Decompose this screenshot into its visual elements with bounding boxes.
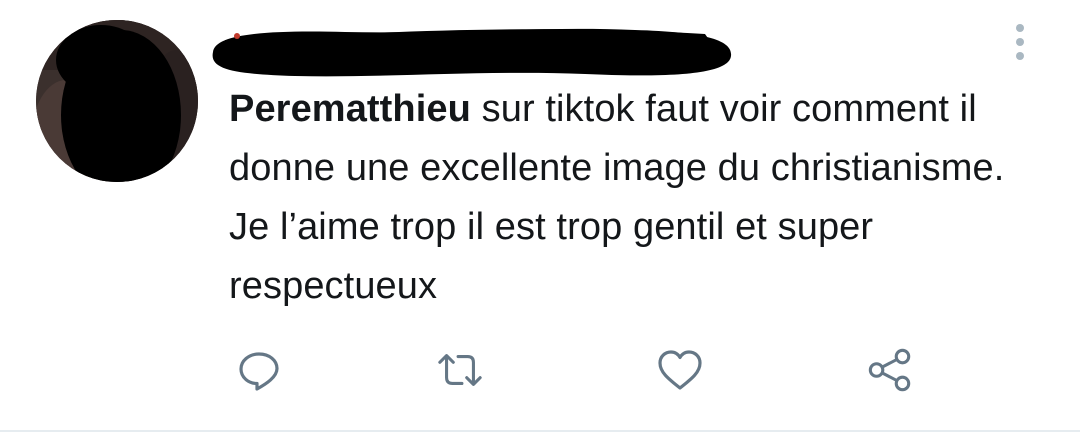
like-button[interactable] [656,346,704,394]
retweet-button[interactable] [436,346,484,394]
tweet-divider [0,430,1080,432]
menu-dot-icon [1016,52,1024,60]
share-icon [868,348,911,392]
menu-dot-icon [1016,24,1024,32]
avatar-image [36,20,198,182]
tweet-body: Perematthieu sur tiktok faut voir commen… [229,80,1049,316]
heart-icon [658,350,702,390]
reply-button[interactable] [235,346,283,394]
more-options-button[interactable] [1004,22,1036,62]
mention-username[interactable]: Perematthieu [229,88,471,130]
tweet-card[interactable]: Perematthieu sur tiktok faut voir commen… [0,0,1080,439]
share-button[interactable] [866,346,914,394]
menu-dot-icon [1016,38,1024,46]
redacted-display-name [212,28,732,77]
retweet-icon [438,354,482,386]
tweet-actions [0,346,1080,396]
avatar[interactable] [36,20,198,182]
reply-icon [239,352,279,391]
